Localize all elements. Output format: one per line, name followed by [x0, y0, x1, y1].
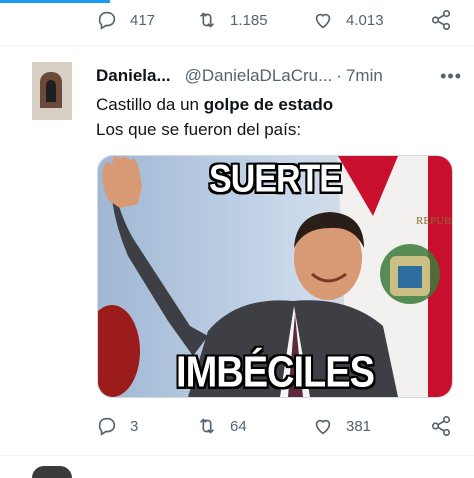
reply-button[interactable]: 417 [96, 0, 155, 40]
reply-count: 417 [130, 11, 156, 29]
retweet-button[interactable]: 64 [196, 406, 247, 446]
more-button[interactable]: ••• [440, 66, 462, 87]
tweet-header: Daniela... @DanielaDLaCru... · 7min [96, 64, 466, 88]
share-button[interactable] [430, 0, 452, 40]
avatar[interactable] [32, 62, 72, 120]
like-count: 4.013 [346, 11, 384, 29]
tweet-divider [0, 45, 474, 46]
retweet-icon [199, 418, 215, 434]
next-tweet-avatar[interactable] [32, 466, 72, 478]
retweet-icon [199, 12, 215, 28]
tweet-divider [0, 455, 474, 456]
meme-top-caption: SUERTE [209, 157, 342, 201]
tweet-time[interactable]: 7min [346, 66, 383, 86]
like-icon [315, 419, 331, 435]
separator-dot: · [336, 66, 342, 85]
tweet-text-prefix: Castillo da un [96, 95, 204, 114]
previous-tweet-actions: 417 1.185 4.013 [0, 0, 474, 40]
like-button[interactable]: 381 [312, 406, 371, 446]
tweet-media[interactable]: REPUBLICA SUERTE IMBÉCILES [97, 155, 453, 398]
like-count: 381 [346, 417, 372, 435]
like-icon [315, 13, 331, 29]
user-handle[interactable]: @DanielaDLaCru... [185, 66, 333, 86]
retweet-count: 64 [230, 417, 247, 435]
share-icon [431, 10, 451, 30]
share-icon [431, 416, 451, 436]
reply-button[interactable]: 3 [96, 406, 138, 446]
reply-count: 3 [130, 417, 139, 435]
share-button[interactable] [430, 406, 452, 446]
tweet-text-line-2: Los que se fueron del país: [96, 120, 302, 139]
display-name[interactable]: Daniela... [96, 66, 171, 86]
reply-icon [98, 11, 116, 30]
retweet-button[interactable]: 1.185 [196, 0, 268, 40]
avatar-figure [46, 80, 56, 102]
flag-text: REPUBLICA [416, 215, 452, 227]
reply-icon [98, 417, 116, 436]
tweet-text-line-1: Castillo da un golpe de estado [96, 92, 466, 117]
retweet-count: 1.185 [230, 11, 268, 29]
more-icon: ••• [440, 66, 462, 86]
tweet-text: Castillo da un golpe de estado Los que s… [96, 92, 466, 142]
tweet-actions: 3 64 381 [0, 406, 474, 446]
meme-bottom-caption: IMBÉCILES [176, 348, 375, 398]
like-button[interactable]: 4.013 [312, 0, 384, 40]
tweet-text-bold: golpe de estado [203, 95, 334, 114]
